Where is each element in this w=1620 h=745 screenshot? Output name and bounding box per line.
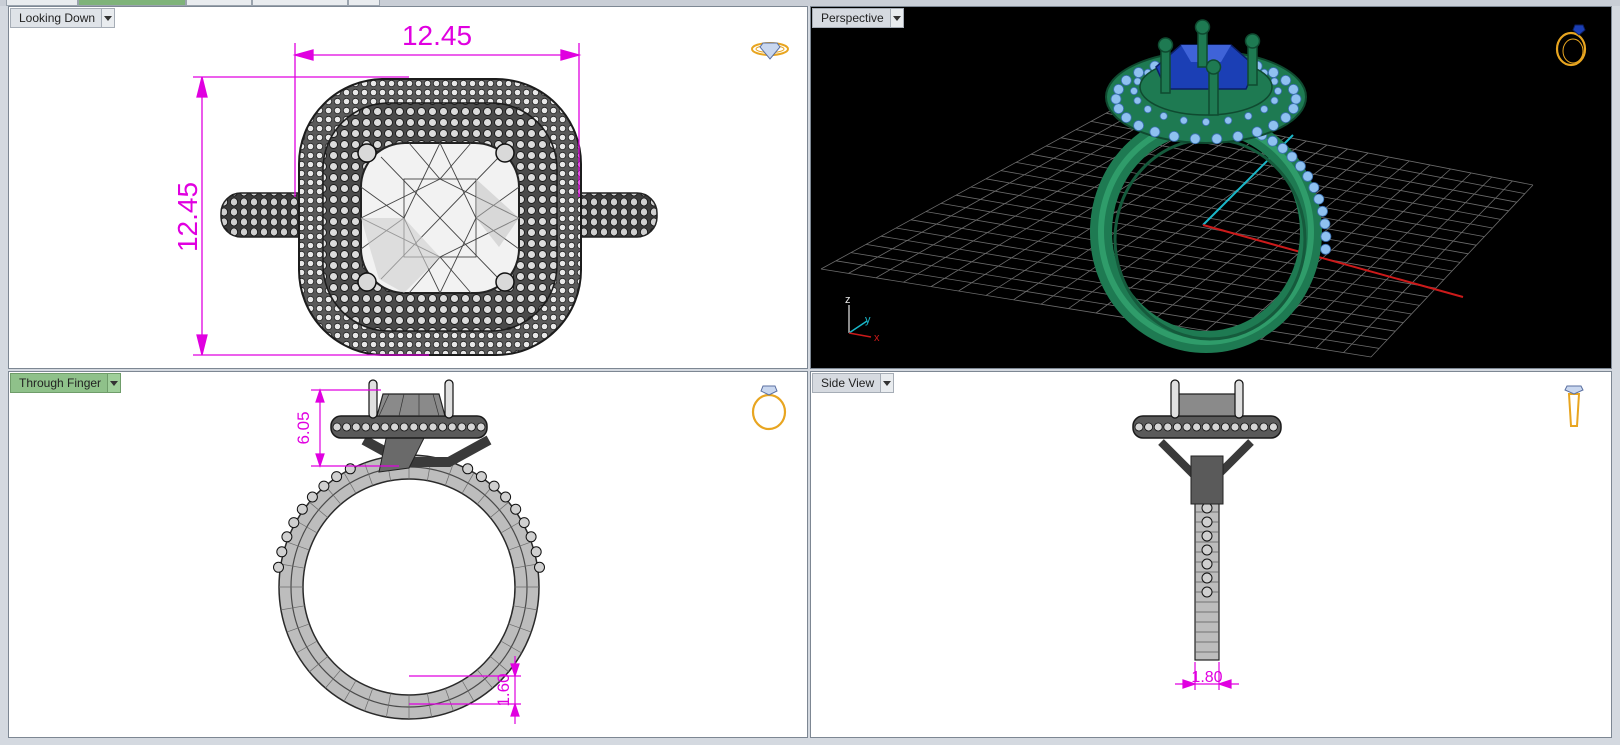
viewport-title: Side View — [821, 376, 875, 390]
viewport-label-perspective[interactable]: Perspective — [812, 8, 904, 28]
viewport-label-side-view[interactable]: Side View — [812, 373, 895, 393]
dim-width-label: 12.45 — [402, 20, 472, 51]
viewport-title: Looking Down — [19, 11, 96, 25]
viewport-title: Perspective — [821, 11, 884, 25]
viewport-looking-down[interactable]: 12.45 12.45 Looking Down — [8, 6, 808, 369]
dropdown-arrow-icon[interactable] — [889, 9, 903, 27]
axis-y-label: y — [865, 314, 871, 326]
ring-front-icon — [751, 385, 787, 431]
dropdown-arrow-icon[interactable] — [101, 9, 115, 27]
axis-x-label: x — [874, 332, 880, 344]
construction-grid — [820, 104, 1534, 358]
viewport-perspective[interactable]: z y x Perspective — [810, 6, 1612, 369]
viewport-side-view[interactable]: 1.80 Side View — [810, 371, 1612, 738]
axis-z-label: z — [845, 294, 851, 306]
dropdown-arrow-icon[interactable] — [107, 374, 121, 392]
dim-head-height-label: 6.05 — [294, 411, 313, 444]
viewport-title: Through Finger — [19, 376, 102, 390]
ring-perspective-icon — [1555, 24, 1587, 67]
perspective-scene: z y x — [820, 19, 1534, 358]
viewport-label-through-finger[interactable]: Through Finger — [10, 373, 122, 393]
viewport-through-finger[interactable]: 6.05 1.60 Through Finger — [8, 371, 808, 738]
top-view-scene: 12.45 12.45 — [172, 20, 658, 356]
ring-band — [279, 455, 539, 719]
dim-shank-thickness-label: 1.60 — [494, 673, 513, 706]
ring-side-icon — [1564, 385, 1584, 427]
ring-top-icon — [751, 42, 789, 60]
dropdown-arrow-icon[interactable] — [880, 374, 894, 392]
viewport-label-looking-down[interactable]: Looking Down — [10, 8, 116, 28]
axis-gizmo: z y x — [845, 294, 880, 344]
dim-height-label: 12.45 — [172, 182, 203, 252]
side-view-scene: 1.80 — [1132, 379, 1282, 690]
front-view-scene: 6.05 1.60 — [273, 379, 545, 724]
dim-shank-width-label: 1.80 — [1191, 669, 1222, 686]
